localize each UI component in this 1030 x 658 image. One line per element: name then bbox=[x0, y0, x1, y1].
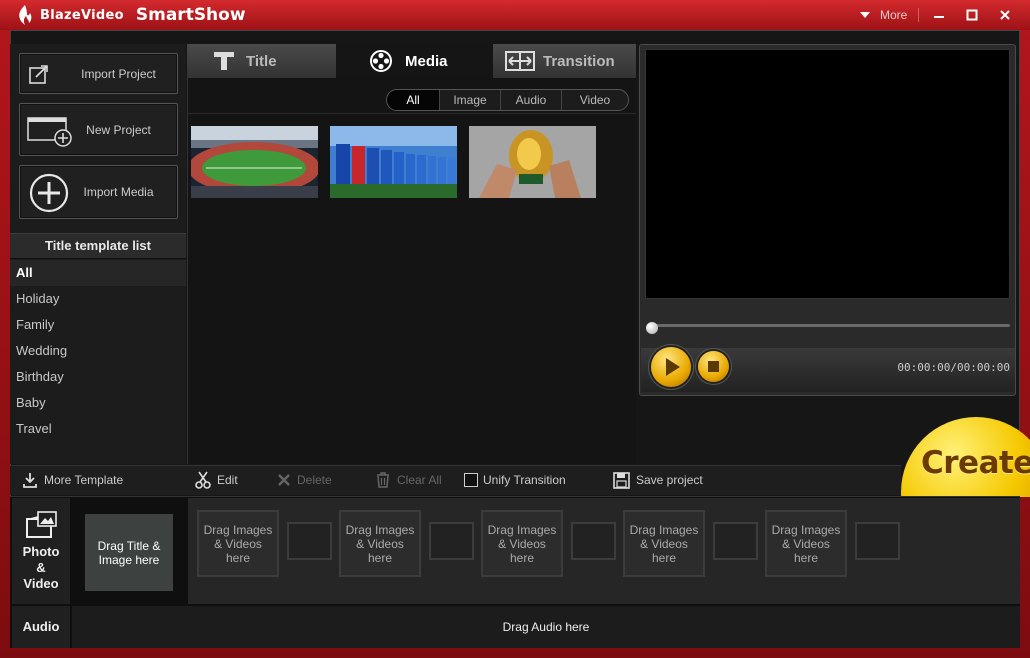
media-thumbnail-team[interactable] bbox=[330, 126, 457, 198]
tab-transition[interactable]: Transition bbox=[493, 44, 636, 78]
clip-drop-slot[interactable]: Drag Images & Videos here bbox=[197, 510, 279, 577]
template-item-holiday[interactable]: Holiday bbox=[10, 286, 186, 312]
more-template-button[interactable]: More Template bbox=[22, 465, 123, 495]
checkbox-box bbox=[464, 473, 478, 487]
text-t-icon bbox=[214, 52, 234, 70]
timeline-toolbar bbox=[10, 465, 901, 495]
unify-transition-label: Unify Transition bbox=[483, 473, 566, 487]
import-project-label: Import Project bbox=[81, 66, 156, 81]
more-label: More bbox=[880, 8, 908, 22]
new-project-label: New Project bbox=[86, 122, 151, 137]
delete-button[interactable]: Delete bbox=[277, 465, 332, 495]
trophy-image bbox=[469, 126, 596, 198]
title-bar: BlazeVideo SmartShow More bbox=[0, 0, 1030, 30]
play-button[interactable] bbox=[651, 347, 691, 387]
transition-slot[interactable] bbox=[713, 522, 758, 560]
template-item-family[interactable]: Family bbox=[10, 312, 186, 338]
download-icon bbox=[22, 472, 38, 488]
app-name: SmartShow bbox=[135, 5, 246, 25]
save-project-button[interactable]: Save project bbox=[613, 465, 703, 495]
photo-video-label: Photo & Video bbox=[22, 544, 60, 591]
minimize-button[interactable] bbox=[928, 5, 950, 25]
template-item-travel[interactable]: Travel bbox=[10, 416, 186, 442]
template-item-all[interactable]: All bbox=[10, 260, 186, 286]
trash-icon bbox=[375, 472, 391, 488]
tab-bar: Title Media Transition bbox=[187, 44, 636, 78]
caret-down-icon bbox=[860, 12, 870, 18]
tab-title-label: Title bbox=[246, 52, 277, 70]
filter-all[interactable]: All bbox=[387, 90, 440, 110]
create-label: Create bbox=[921, 445, 1030, 481]
new-project-button[interactable]: New Project bbox=[19, 103, 178, 156]
template-item-wedding[interactable]: Wedding bbox=[10, 338, 186, 364]
transition-slot[interactable] bbox=[429, 522, 474, 560]
import-media-label: Import Media bbox=[83, 185, 154, 199]
import-media-button[interactable]: Import Media bbox=[19, 165, 178, 219]
video-preview-screen bbox=[645, 49, 1010, 299]
transition-slot[interactable] bbox=[287, 522, 332, 560]
app-logo: BlazeVideo SmartShow bbox=[14, 4, 246, 26]
more-template-label: More Template bbox=[44, 473, 124, 487]
clip-drop-slot[interactable]: Drag Images & Videos here bbox=[339, 510, 421, 577]
transition-slot[interactable] bbox=[855, 522, 900, 560]
tab-media-label: Media bbox=[405, 52, 448, 70]
clapper-photo-icon bbox=[26, 511, 57, 538]
audio-drop-zone[interactable]: Drag Audio here bbox=[72, 606, 1020, 648]
title-divider bbox=[918, 8, 919, 22]
transition-slot[interactable] bbox=[571, 522, 616, 560]
stop-button[interactable] bbox=[698, 351, 729, 382]
floppy-disk-icon bbox=[613, 471, 630, 489]
title-template-list-header: Title template list bbox=[10, 233, 186, 259]
tab-title[interactable]: Title bbox=[187, 44, 336, 78]
clear-all-label: Clear All bbox=[397, 473, 442, 487]
stop-icon bbox=[708, 361, 719, 372]
media-thumbnail-trophy[interactable] bbox=[469, 126, 596, 198]
clip-drop-slot[interactable]: Drag Images & Videos here bbox=[765, 510, 847, 577]
scissors-icon bbox=[195, 471, 211, 489]
brand-name: BlazeVideo bbox=[40, 7, 124, 23]
title-drop-zone[interactable]: Drag Title & Image here bbox=[85, 514, 173, 591]
media-thumbnail-stadium[interactable] bbox=[191, 126, 318, 198]
team-lineup-image bbox=[330, 126, 457, 198]
filter-audio[interactable]: Audio bbox=[501, 90, 562, 110]
maximize-icon bbox=[966, 9, 978, 21]
clip-drop-slot[interactable]: Drag Images & Videos here bbox=[481, 510, 563, 577]
filter-image[interactable]: Image bbox=[440, 90, 501, 110]
audio-track-label: Audio bbox=[12, 606, 70, 648]
play-icon bbox=[666, 358, 680, 376]
stadium-image bbox=[191, 126, 318, 198]
template-item-birthday[interactable]: Birthday bbox=[10, 364, 186, 390]
seek-handle[interactable] bbox=[646, 322, 658, 334]
transition-arrows-icon bbox=[505, 51, 535, 71]
media-filter-segmented: All Image Audio Video bbox=[386, 89, 629, 111]
delete-label: Delete bbox=[297, 473, 332, 487]
create-button[interactable]: Create bbox=[901, 417, 1030, 497]
clear-all-button[interactable]: Clear All bbox=[375, 465, 442, 495]
flame-logo-icon bbox=[19, 5, 32, 25]
import-project-button[interactable]: Import Project bbox=[19, 53, 178, 94]
seek-bar[interactable] bbox=[652, 324, 1010, 327]
tab-media[interactable]: Media bbox=[336, 44, 493, 78]
close-button[interactable] bbox=[994, 5, 1016, 25]
minimize-icon bbox=[934, 16, 944, 18]
close-icon bbox=[1000, 10, 1010, 20]
filter-video[interactable]: Video bbox=[562, 90, 628, 110]
tab-transition-label: Transition bbox=[543, 52, 615, 70]
more-menu[interactable]: More bbox=[860, 5, 907, 25]
photo-video-track-label: Photo & Video bbox=[12, 498, 70, 604]
filter-divider bbox=[187, 113, 636, 114]
edit-label: Edit bbox=[217, 473, 238, 487]
timecode-readout: 00:00:00/00:00:00 bbox=[897, 361, 1010, 374]
clip-drop-slot[interactable]: Drag Images & Videos here bbox=[623, 510, 705, 577]
save-project-label: Save project bbox=[636, 473, 703, 487]
template-item-baby[interactable]: Baby bbox=[10, 390, 186, 416]
film-reel-icon bbox=[370, 50, 392, 72]
unify-transition-checkbox[interactable]: Unify Transition bbox=[464, 465, 566, 495]
delete-x-icon bbox=[277, 473, 291, 487]
maximize-button[interactable] bbox=[961, 5, 983, 25]
edit-button[interactable]: Edit bbox=[195, 465, 238, 495]
